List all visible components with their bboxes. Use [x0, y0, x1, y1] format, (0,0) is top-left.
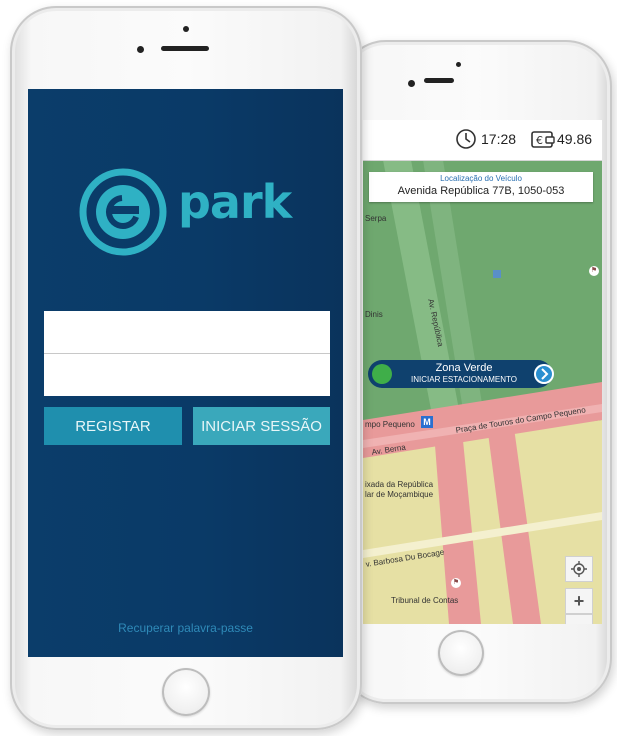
- zoom-out-button[interactable]: −: [565, 614, 593, 624]
- password-input[interactable]: [44, 354, 330, 396]
- zone-color-dot: [372, 364, 392, 384]
- zoom-in-button[interactable]: +: [565, 588, 593, 614]
- start-parking-pill[interactable]: Zona Verde INICIAR ESTACIONAMENTO: [368, 360, 554, 388]
- register-button[interactable]: REGISTAR: [44, 407, 182, 445]
- map-label-serpa: Serpa: [365, 214, 387, 223]
- vehicle-location-box[interactable]: Localização do Veículo Avenida República…: [369, 172, 593, 202]
- locate-icon: [571, 561, 587, 577]
- proximity-sensor: [456, 62, 461, 67]
- map-screen: Serpa Av. República Dinis mpo Pequeno M …: [363, 120, 602, 624]
- phone-back: Serpa Av. República Dinis mpo Pequeno M …: [340, 40, 612, 704]
- e-logo-icon: [79, 168, 167, 256]
- chevron-right-icon[interactable]: [534, 364, 554, 384]
- home-button[interactable]: [162, 668, 210, 716]
- front-camera: [137, 46, 144, 53]
- home-button[interactable]: [438, 630, 484, 676]
- svg-text:€: €: [536, 134, 543, 147]
- earpiece-speaker: [424, 78, 454, 83]
- recover-password-link[interactable]: Recuperar palavra-passe: [28, 621, 343, 635]
- clock-icon: [456, 129, 476, 149]
- username-field[interactable]: [44, 311, 330, 354]
- front-camera: [408, 80, 415, 87]
- password-field[interactable]: [44, 354, 330, 396]
- metro-icon: M: [421, 416, 433, 428]
- status-bar: 17:28 € 49.86: [363, 120, 602, 161]
- locate-button[interactable]: [565, 556, 593, 582]
- court-icon: ⚑: [451, 578, 461, 588]
- start-parking-label: INICIAR ESTACIONAMENTO: [411, 375, 517, 384]
- poi-icon: ⚑: [589, 266, 599, 276]
- proximity-sensor: [183, 26, 189, 32]
- logo-text: park: [178, 175, 292, 229]
- time-text: 17:28: [481, 131, 517, 147]
- map-label-tribunal: Tribunal de Contas: [391, 596, 459, 605]
- vehicle-location-address: Avenida República 77B, 1050-053: [397, 185, 565, 197]
- map-label-embaixada-2: lar de Moçambique: [365, 490, 434, 499]
- vehicle-location-title: Localização do Veículo: [440, 174, 522, 183]
- zone-name: Zona Verde: [435, 362, 493, 374]
- earpiece-speaker: [161, 46, 209, 51]
- map-label-dinis: Dinis: [365, 310, 383, 319]
- login-button[interactable]: INICIAR SESSÃO: [193, 407, 330, 445]
- map-label-campo-pequeno: mpo Pequeno: [365, 420, 415, 429]
- map-label-embaixada-1: ixada da República: [365, 480, 434, 489]
- username-input[interactable]: [44, 311, 330, 353]
- wallet-euro-icon: €: [531, 131, 555, 148]
- phone-front: park REGISTAR INICIAR SESSÃO Recuperar p…: [10, 6, 362, 730]
- balance-text: 49.86: [557, 131, 593, 147]
- login-screen: park REGISTAR INICIAR SESSÃO Recuperar p…: [28, 89, 343, 657]
- epark-logo: park: [78, 163, 318, 263]
